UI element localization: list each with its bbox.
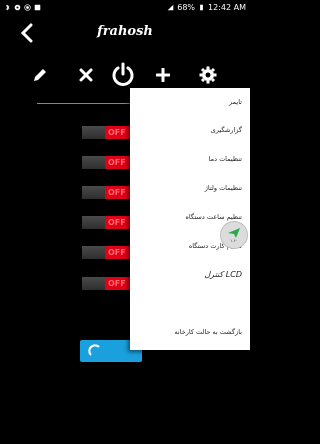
gear-icon bbox=[199, 66, 217, 84]
delete-button[interactable] bbox=[71, 60, 101, 90]
overflow-menu: تایمر گزارشگیری تنظیمات دما تنظیمات ولتا… bbox=[130, 88, 250, 350]
relay-toggle[interactable]: OFF bbox=[82, 186, 132, 199]
edit-button[interactable] bbox=[25, 60, 55, 90]
relay-toggle-label: OFF bbox=[105, 186, 132, 199]
vibrate-icon bbox=[34, 4, 41, 10]
close-icon bbox=[79, 68, 93, 82]
menu-item-lcd-control[interactable]: کنترل LCD bbox=[134, 270, 242, 279]
pencil-icon bbox=[34, 69, 46, 81]
relay-toggle-label: OFF bbox=[105, 156, 132, 169]
bluetooth-icon bbox=[5, 4, 10, 10]
app-header: frahosh bbox=[0, 16, 250, 52]
menu-item-voltage-settings[interactable]: تنظیمات ولتاژ bbox=[134, 184, 242, 192]
relay-toggle-thumb bbox=[82, 246, 105, 259]
battery-percent: 68% bbox=[177, 2, 196, 12]
relay-toggle[interactable]: OFF bbox=[82, 216, 132, 229]
signal-icon bbox=[167, 4, 174, 10]
status-icons-right: 68% 12:42 AM bbox=[167, 3, 246, 12]
relay-toggle-label: OFF bbox=[105, 216, 132, 229]
nfc-icon bbox=[14, 4, 21, 10]
refresh-icon bbox=[88, 344, 100, 356]
relay-toggle-label: OFF bbox=[105, 126, 132, 139]
floating-speed-badge[interactable]: ۱.۶۰ bbox=[220, 221, 248, 249]
plus-icon bbox=[156, 68, 170, 82]
status-icons-left bbox=[4, 3, 41, 11]
clock-time: 12:42 AM bbox=[208, 2, 246, 12]
paper-plane-icon bbox=[228, 227, 240, 238]
relay-toggle[interactable]: OFF bbox=[82, 246, 132, 259]
relay-toggle-label: OFF bbox=[105, 277, 132, 290]
menu-item-device-clock[interactable]: تنظیم ساعت دستگاه bbox=[134, 213, 243, 221]
power-button[interactable] bbox=[108, 60, 138, 90]
relay-toggle-thumb bbox=[82, 126, 105, 139]
menu-item-temperature-settings[interactable]: تنظیمات دما bbox=[134, 155, 242, 163]
relay-toggle-thumb bbox=[82, 156, 105, 169]
relay-toggle[interactable]: OFF bbox=[82, 156, 132, 169]
page-title: frahosh bbox=[97, 24, 153, 39]
relay-toggle-thumb bbox=[82, 216, 105, 229]
menu-item-reports[interactable]: گزارشگیری bbox=[134, 126, 242, 134]
menu-item-factory-reset[interactable]: بازگشت به حالت کارخانه bbox=[134, 328, 242, 336]
battery-icon bbox=[200, 4, 203, 10]
alarm-icon bbox=[24, 3, 31, 11]
add-button[interactable] bbox=[148, 60, 178, 90]
toolbar bbox=[0, 60, 250, 90]
settings-button[interactable] bbox=[193, 60, 223, 90]
status-bar: 68% 12:42 AM bbox=[0, 0, 250, 14]
relay-toggle-label: OFF bbox=[105, 246, 132, 259]
relay-toggle[interactable]: OFF bbox=[82, 277, 132, 290]
relay-toggle[interactable]: OFF bbox=[82, 126, 132, 139]
divider bbox=[37, 103, 132, 104]
speed-readout: ۱.۶۰ bbox=[230, 237, 238, 243]
menu-item-timer[interactable]: تایمر bbox=[134, 98, 242, 106]
relay-toggle-thumb bbox=[82, 277, 105, 290]
relay-toggle-thumb bbox=[82, 186, 105, 199]
power-icon bbox=[112, 62, 134, 86]
